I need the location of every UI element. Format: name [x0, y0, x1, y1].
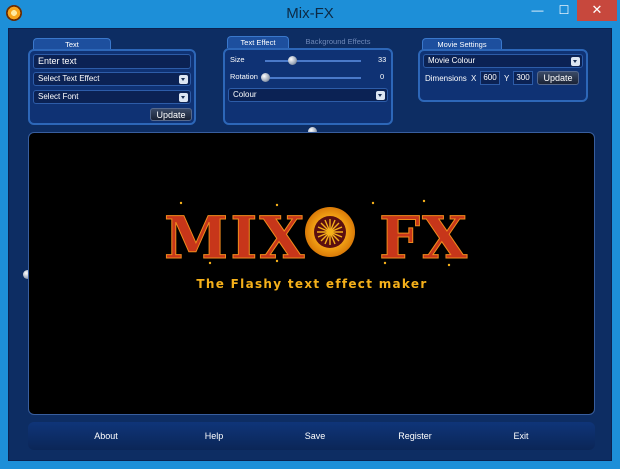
- help-button[interactable]: Help: [184, 422, 244, 450]
- size-value: 33: [378, 55, 387, 64]
- movie-colour-select-label: Movie Colour: [428, 56, 476, 65]
- tab-background-effects[interactable]: Background Effects: [292, 36, 384, 48]
- logo-graphic: MIX FX The Flashy text effect maker: [164, 199, 469, 291]
- rotation-slider-track[interactable]: [265, 77, 361, 79]
- logo-tagline: The Flashy text effect maker: [196, 277, 427, 291]
- size-slider-track[interactable]: [265, 60, 361, 62]
- rotation-label: Rotation: [230, 72, 258, 81]
- size-label: Size: [230, 55, 245, 64]
- logo-mix-text: MIX: [164, 204, 306, 272]
- chevron-down-icon: [179, 93, 188, 102]
- movie-update-button[interactable]: Update: [537, 71, 579, 85]
- tab-text-effect[interactable]: Text Effect: [227, 36, 289, 48]
- movie-colour-select[interactable]: Movie Colour: [423, 54, 583, 68]
- bottom-nav-bar: About Help Save Register Exit: [28, 422, 595, 450]
- about-button[interactable]: About: [76, 422, 136, 450]
- title-bar[interactable]: Mix-FX — ☐ ✕: [0, 0, 620, 28]
- exit-button[interactable]: Exit: [491, 422, 551, 450]
- client-area: Text Enter text Select Text Effect Selec…: [8, 28, 612, 461]
- colour-select-label: Colour: [233, 90, 257, 99]
- app-window: Mix-FX — ☐ ✕ Text Enter text Select Text…: [0, 0, 620, 469]
- movie-settings-panel: Movie Colour Dimensions X 600 Y 300 Upda…: [418, 49, 588, 102]
- logo-fx-text: FX: [379, 204, 469, 272]
- chevron-down-icon: [571, 57, 580, 66]
- size-slider-handle[interactable]: [287, 56, 297, 65]
- text-effect-panel: Size 33 Rotation 0 Colour: [223, 48, 393, 125]
- text-effect-select[interactable]: Select Text Effect: [33, 72, 191, 86]
- x-label: X: [471, 74, 477, 83]
- chevron-down-icon: [376, 91, 385, 100]
- preview-stage: MIX FX The Flashy text effect maker: [28, 132, 595, 415]
- height-input[interactable]: 300: [513, 71, 533, 85]
- save-button[interactable]: Save: [285, 422, 345, 450]
- sun-icon: [305, 207, 355, 257]
- font-select[interactable]: Select Font: [33, 90, 191, 104]
- text-update-button[interactable]: Update: [150, 108, 192, 121]
- text-input[interactable]: Enter text: [33, 54, 191, 69]
- dimensions-label: Dimensions: [425, 74, 467, 83]
- maximize-button[interactable]: ☐: [551, 0, 577, 21]
- chevron-down-icon: [179, 75, 188, 84]
- text-panel: Enter text Select Text Effect Select Fon…: [28, 49, 196, 125]
- text-effect-select-label: Select Text Effect: [38, 74, 100, 83]
- register-button[interactable]: Register: [385, 422, 445, 450]
- colour-select[interactable]: Colour: [228, 88, 388, 102]
- font-select-label: Select Font: [38, 92, 79, 101]
- minimize-button[interactable]: —: [524, 0, 551, 21]
- close-button[interactable]: ✕: [577, 0, 617, 21]
- rotation-value: 0: [380, 72, 385, 81]
- width-input[interactable]: 600: [480, 71, 500, 85]
- y-label: Y: [504, 74, 510, 83]
- rotation-slider-handle[interactable]: [261, 73, 270, 82]
